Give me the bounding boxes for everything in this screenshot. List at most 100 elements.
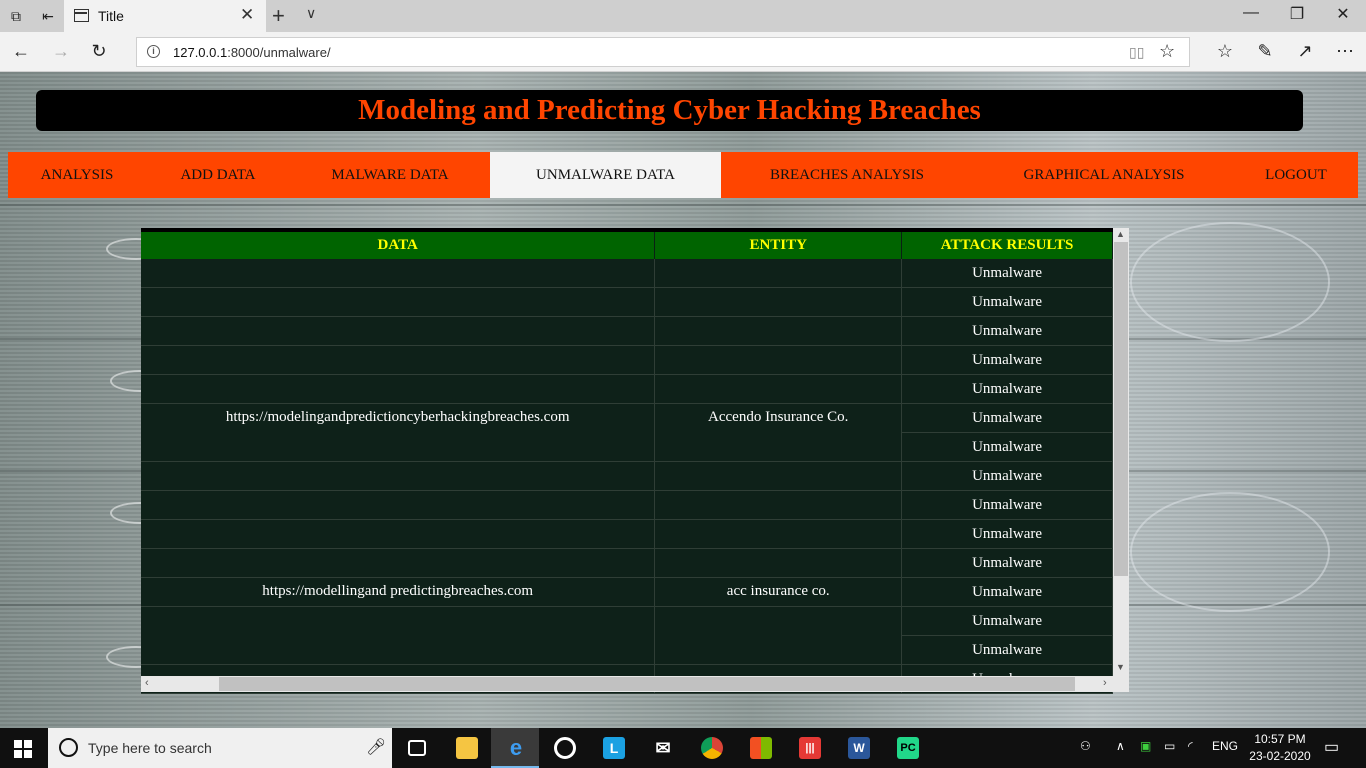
- vertical-scrollbar[interactable]: ▲ ▼: [1113, 228, 1129, 676]
- cell-data: [141, 461, 656, 491]
- app-red-icon[interactable]: |||: [785, 728, 833, 768]
- scroll-left-icon[interactable]: ‹: [145, 677, 149, 689]
- cell-entity: [654, 316, 903, 346]
- page-title: Modeling and Predicting Cyber Hacking Br…: [358, 94, 981, 126]
- cell-entity: [654, 345, 903, 375]
- column-header-data: DATA: [141, 232, 656, 259]
- minimize-icon[interactable]: —: [1236, 4, 1266, 22]
- share-icon[interactable]: ↗: [1294, 41, 1316, 62]
- task-view-icon[interactable]: [394, 728, 442, 768]
- cell-entity: [654, 519, 903, 549]
- table-row: Unmalware: [141, 490, 1113, 520]
- action-center-icon[interactable]: ▭: [1324, 737, 1339, 757]
- browser-nav-bar: ← → ↻ i 127.0.0.1:8000/unmalware/ ▯▯ ☆ ☆…: [0, 32, 1366, 72]
- store-icon[interactable]: [736, 728, 784, 768]
- taskbar-search-box[interactable]: Type here to search 🎤︎: [48, 728, 392, 768]
- favorite-star-icon[interactable]: ☆: [1159, 41, 1175, 62]
- address-url[interactable]: 127.0.0.1:8000/unmalware/: [173, 45, 331, 60]
- forward-icon[interactable]: →: [50, 41, 72, 62]
- cell-attack-result: Unmalware: [901, 316, 1113, 346]
- tab-manager-icon[interactable]: ⧉: [6, 6, 26, 26]
- mail-icon[interactable]: ✉: [638, 728, 686, 768]
- horizontal-scroll-thumb[interactable]: [219, 677, 1075, 691]
- menu-add-data[interactable]: ADD DATA: [168, 152, 268, 198]
- notes-pen-icon[interactable]: ✎: [1254, 41, 1276, 62]
- cell-entity: [654, 259, 903, 288]
- cell-entity: Accendo Insurance Co.: [654, 403, 903, 462]
- app-tray-icon[interactable]: ▣: [1140, 739, 1151, 753]
- site-header: Modeling and Predicting Cyber Hacking Br…: [36, 90, 1303, 131]
- menu-breaches-analysis[interactable]: BREACHES ANALYSIS: [758, 152, 936, 198]
- cell-attack-result: Unmalware: [901, 259, 1113, 288]
- table-row: Unmalware: [141, 461, 1113, 491]
- pycharm-icon[interactable]: PC: [883, 728, 931, 768]
- table-row: Unmalware: [141, 259, 1113, 288]
- wifi-icon[interactable]: ◜: [1188, 739, 1193, 753]
- favorites-icon[interactable]: ☆: [1214, 41, 1236, 62]
- back-icon[interactable]: ←: [10, 41, 32, 62]
- menu-unmalware-data[interactable]: UNMALWARE DATA: [490, 152, 721, 198]
- cell-attack-result: Unmalware: [901, 519, 1113, 549]
- scroll-right-icon[interactable]: ›: [1103, 677, 1107, 689]
- restore-icon[interactable]: ❐: [1282, 4, 1312, 24]
- menu-logout[interactable]: LOGOUT: [1254, 152, 1338, 198]
- menu-analysis[interactable]: ANALYSIS: [30, 152, 124, 198]
- cell-attack-result: Unmalware: [901, 461, 1113, 491]
- clock-date: 23-02-2020: [1249, 749, 1311, 763]
- results-table: DATA ENTITY ATTACK RESULTS Unmalware Unma…: [141, 232, 1113, 694]
- close-window-icon[interactable]: ✕: [1328, 4, 1358, 24]
- table-row: https://modellingand predictingbreaches.…: [141, 577, 1113, 607]
- cell-attack-result: Unmalware: [901, 635, 1113, 665]
- close-tab-icon[interactable]: ✕: [240, 5, 254, 25]
- obs-icon[interactable]: [540, 728, 588, 768]
- table-row: Unmalware: [141, 519, 1113, 549]
- cell-data: [141, 548, 656, 578]
- cell-data: [141, 345, 656, 375]
- refresh-icon[interactable]: ↻: [88, 41, 110, 62]
- people-icon[interactable]: ⚇: [1080, 739, 1091, 753]
- cell-entity: acc insurance co.: [654, 577, 903, 607]
- cell-data: [141, 374, 656, 404]
- menu-malware-data[interactable]: MALWARE DATA: [318, 152, 462, 198]
- table-row: Unmalware: [141, 287, 1113, 317]
- set-aside-tabs-icon[interactable]: ⇤: [38, 6, 58, 26]
- cell-entity: [654, 374, 903, 404]
- address-bar[interactable]: i 127.0.0.1:8000/unmalware/ ▯▯ ☆: [136, 37, 1190, 67]
- horizontal-scrollbar[interactable]: ‹ ›: [141, 676, 1129, 692]
- cell-data: [141, 606, 656, 665]
- file-explorer-icon[interactable]: [442, 728, 490, 768]
- show-hidden-icons-icon[interactable]: ∧: [1116, 739, 1125, 753]
- results-table-container[interactable]: DATA ENTITY ATTACK RESULTS Unmalware Unma…: [141, 228, 1129, 694]
- cell-attack-result: Unmalware: [901, 403, 1113, 433]
- word-icon[interactable]: W: [834, 728, 882, 768]
- more-menu-icon[interactable]: ⋯: [1334, 41, 1356, 62]
- tab-title: Title: [98, 8, 124, 24]
- cell-data: [141, 490, 656, 520]
- chrome-icon[interactable]: [687, 728, 735, 768]
- scroll-down-icon[interactable]: ▼: [1116, 662, 1125, 672]
- cell-data: [141, 287, 656, 317]
- cell-attack-result: Unmalware: [901, 548, 1113, 578]
- app-l-icon[interactable]: L: [589, 728, 637, 768]
- browser-tab[interactable]: Title ✕: [64, 0, 266, 32]
- battery-icon[interactable]: ▭: [1164, 739, 1175, 753]
- microphone-icon[interactable]: 🎤︎: [366, 737, 386, 757]
- table-row: Unmalware: [141, 374, 1113, 404]
- reading-view-icon[interactable]: ▯▯: [1129, 44, 1144, 61]
- site-info-icon[interactable]: i: [147, 45, 160, 58]
- windows-taskbar: Type here to search 🎤︎ e L ✉ ||| W PC ⚇ …: [0, 728, 1366, 768]
- table-row: Unmalware: [141, 345, 1113, 375]
- table-row: Unmalware: [141, 548, 1113, 578]
- edge-browser-icon[interactable]: e: [491, 728, 539, 768]
- scroll-up-icon[interactable]: ▲: [1116, 229, 1125, 239]
- language-indicator[interactable]: ENG: [1212, 739, 1238, 753]
- vertical-scroll-thumb[interactable]: [1114, 242, 1128, 576]
- new-tab-icon[interactable]: +: [272, 3, 285, 29]
- browser-tab-bar: ⧉ ⇤ Title ✕ + ∨ — ❐ ✕: [0, 0, 1366, 32]
- tab-preview-chevron-icon[interactable]: ∨: [306, 5, 316, 22]
- cell-data: https://modelingandpredictioncyberhackin…: [141, 403, 656, 462]
- windows-start-icon[interactable]: [14, 740, 32, 758]
- menu-graphical-analysis[interactable]: GRAPHICAL ANALYSIS: [1012, 152, 1196, 198]
- page-viewport: Modeling and Predicting Cyber Hacking Br…: [0, 72, 1366, 728]
- taskbar-clock[interactable]: 10:57 PM 23-02-2020: [1246, 731, 1314, 765]
